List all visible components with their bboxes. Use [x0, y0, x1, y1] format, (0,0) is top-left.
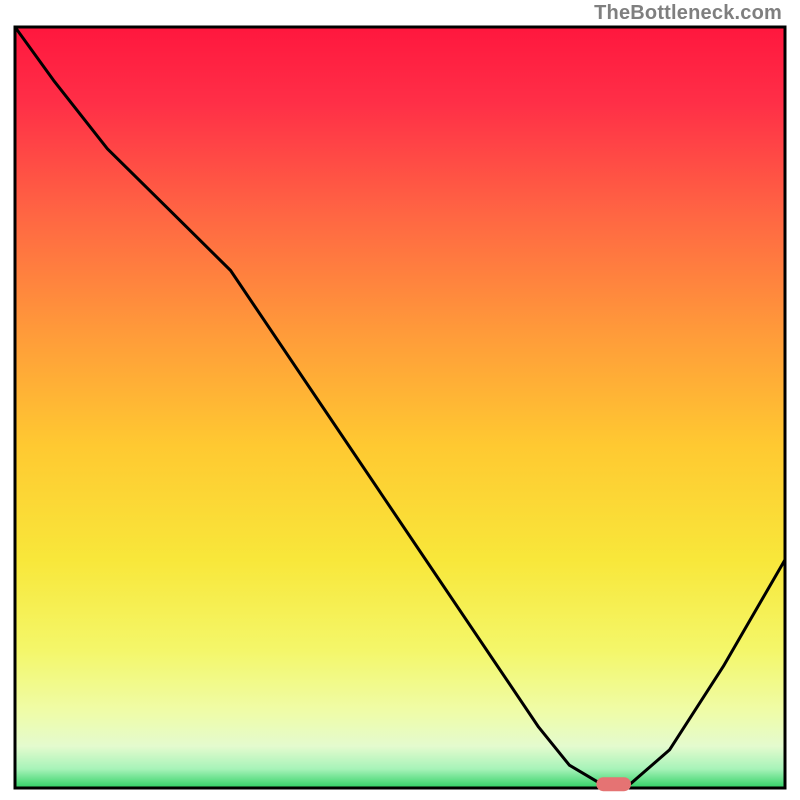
chart-svg: [0, 0, 800, 800]
gradient-background: [15, 27, 785, 788]
optimum-marker: [596, 777, 631, 791]
chart-root: TheBottleneck.com: [0, 0, 800, 800]
